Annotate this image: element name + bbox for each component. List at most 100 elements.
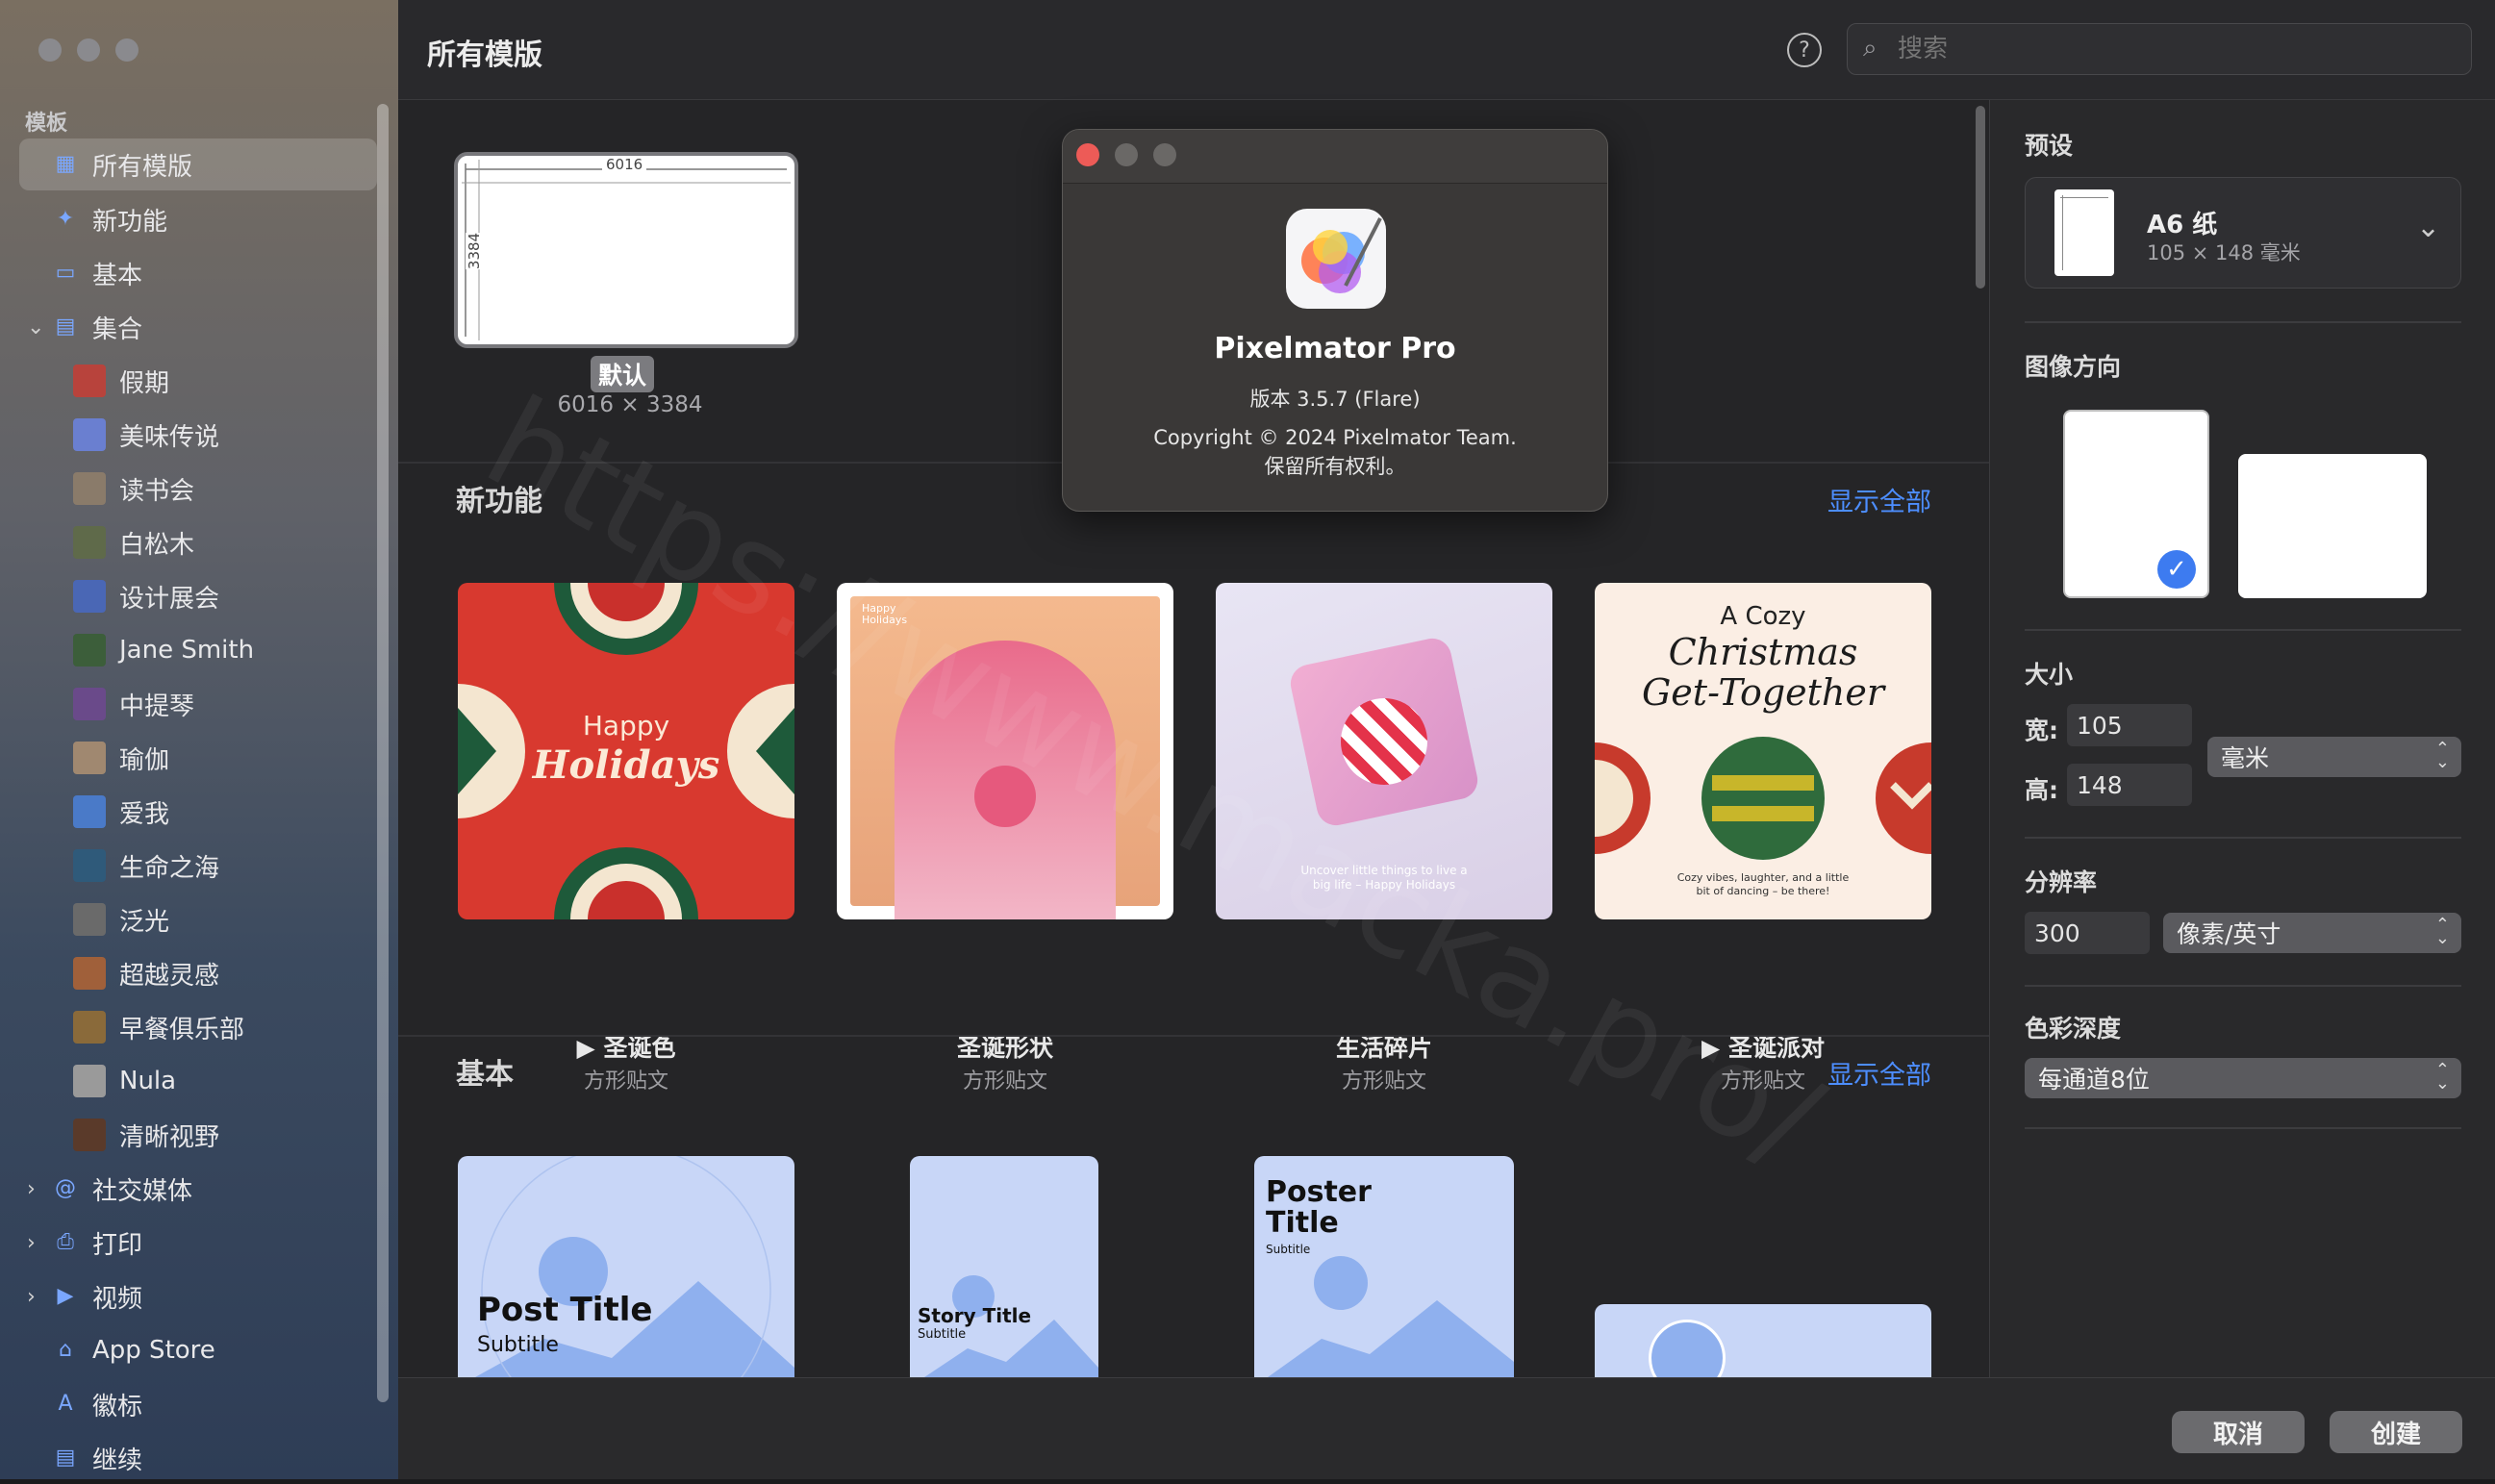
sidebar-collection-item[interactable]: 爱我	[19, 786, 377, 838]
sidebar-item-basic[interactable]: ▭ 基本	[19, 247, 377, 299]
card-subcaption: 方形贴文	[1341, 1069, 1426, 1094]
card-title: Post Title	[477, 1291, 653, 1329]
unit-value: 毫米	[2221, 744, 2270, 772]
card-title: Poster Title	[1266, 1175, 1372, 1240]
default-template-card[interactable]: 6016 3384	[454, 152, 798, 348]
sidebar-item-label: 中提琴	[119, 692, 195, 721]
footer-bar: 取消 创建	[398, 1377, 2495, 1479]
create-button[interactable]: 创建	[2330, 1411, 2462, 1453]
sidebar-item-label: 爱我	[119, 799, 170, 829]
resolution-input[interactable]: 300	[2025, 912, 2150, 954]
orientation-label: 图像方向	[2025, 353, 2122, 381]
sidebar-item-social-media[interactable]: › @ 社交媒体	[19, 1163, 377, 1215]
preset-label: 预设	[2025, 132, 2074, 160]
sidebar-item-print[interactable]: › ⎙ 打印	[19, 1217, 377, 1269]
sidebar-collection-item[interactable]: Nula	[19, 1055, 377, 1107]
sidebar-item-app-store[interactable]: ⌂ App Store	[19, 1324, 377, 1376]
sidebar-item-label: 读书会	[119, 476, 195, 506]
chevron-right-icon[interactable]: ›	[27, 1285, 36, 1309]
close-window-button[interactable]	[38, 38, 62, 62]
zoom-window-button[interactable]	[115, 38, 139, 62]
play-icon: ▶	[576, 1034, 604, 1062]
width-label: 宽:	[2025, 717, 2058, 744]
sidebar-collection-item[interactable]: 泛光	[19, 893, 377, 945]
height-input[interactable]: 148	[2067, 764, 2192, 806]
sidebar-item-label: 继续	[92, 1446, 143, 1475]
minimize-window-button[interactable]	[77, 38, 100, 62]
sidebar-collection-item[interactable]: 假期	[19, 355, 377, 407]
sidebar-item-label: 社交媒体	[92, 1176, 193, 1206]
portrait-orientation-button[interactable]: ✓	[2063, 410, 2209, 598]
sparkle-icon: ✦	[56, 207, 75, 231]
up-down-chevron-icon: ⌃ ⌄	[2434, 915, 2450, 948]
collection-thumbnail	[73, 365, 106, 397]
show-all-basic-link[interactable]: 显示全部	[1827, 1054, 1931, 1092]
up-down-chevron-icon: ⌃ ⌄	[2434, 1060, 2450, 1094]
sidebar-collection-item[interactable]: Jane Smith	[19, 624, 377, 676]
unit-select[interactable]: 毫米 ⌃ ⌄	[2207, 737, 2461, 777]
card-subtitle: Subtitle	[1266, 1243, 1311, 1256]
separator	[2025, 837, 2461, 839]
dialog-close-button[interactable]	[1076, 143, 1099, 166]
resolution-label: 分辨率	[2025, 868, 2098, 896]
sidebar-item-continue[interactable]: ▤ 继续	[19, 1432, 377, 1484]
search-input[interactable]	[1896, 32, 2454, 66]
sidebar-item-collections[interactable]: ⌄ ▤ 集合	[19, 301, 377, 353]
page-title: 所有模版	[427, 38, 542, 72]
card-subtitle: Subtitle	[477, 1333, 559, 1357]
card-name: 圣诞色	[603, 1034, 676, 1062]
sidebar-item-label: 徽标	[92, 1392, 143, 1421]
sidebar-collection-item[interactable]: 清晰视野	[19, 1109, 377, 1161]
question-circle-icon[interactable]: ?	[1787, 33, 1822, 67]
default-template-size: 6016 × 3384	[557, 392, 703, 417]
resolution-unit-select[interactable]: 像素/英寸 ⌃ ⌄	[2163, 913, 2461, 953]
sidebar-collection-item[interactable]: 早餐俱乐部	[19, 1001, 377, 1053]
sidebar-item-label: 超越灵感	[119, 961, 220, 991]
collection-thumbnail	[73, 688, 106, 720]
sidebar-item-logo[interactable]: A 徽标	[19, 1378, 377, 1430]
width-dimension-label: 6016	[602, 156, 647, 173]
sidebar-item-new-features[interactable]: ✦ 新功能	[19, 193, 377, 245]
sidebar-item-label: 设计展会	[119, 584, 220, 614]
sidebar-scrollbar[interactable]	[377, 104, 389, 1402]
main-scrollbar[interactable]	[1976, 106, 1985, 289]
app-version: 版本 3.5.7 (Flare)	[1249, 388, 1421, 411]
color-depth-select[interactable]: 每通道8位 ⌃ ⌄	[2025, 1058, 2461, 1098]
card-line1: Happy	[582, 710, 670, 742]
template-card-story[interactable]: Story Title Subtitle	[910, 1156, 1098, 1377]
sidebar-collection-item[interactable]: 生命之海	[19, 840, 377, 892]
card-line2: Get-Together	[1641, 671, 1885, 714]
template-card-post[interactable]: Post Title Subtitle	[458, 1156, 794, 1377]
sidebar-collection-item[interactable]: 瑜伽	[19, 732, 377, 784]
sidebar-collection-item[interactable]: 超越灵感	[19, 947, 377, 999]
sidebar-collection-item[interactable]: 美味传说	[19, 409, 377, 461]
landscape-orientation-button[interactable]	[2238, 454, 2427, 598]
preset-dropdown[interactable]: A6 纸 105 × 148 毫米 ⌄	[2025, 177, 2461, 289]
search-field[interactable]: ⌕	[1847, 23, 2472, 75]
width-input[interactable]: 105	[2067, 704, 2192, 746]
app-name: Pixelmator Pro	[1214, 332, 1456, 365]
height-label: 高:	[2025, 776, 2058, 804]
sidebar-collection-item[interactable]: 白松木	[19, 516, 377, 568]
dialog-zoom-button[interactable]	[1153, 143, 1176, 166]
card-title: Story Title	[918, 1304, 1032, 1327]
template-card-poster[interactable]: Poster Title Subtitle	[1254, 1156, 1514, 1377]
cancel-button[interactable]: 取消	[2172, 1411, 2305, 1453]
sidebar-item-video[interactable]: › ▶ 视频	[19, 1270, 377, 1322]
collection-thumbnail	[73, 795, 106, 828]
sidebar-collection-item[interactable]: 中提琴	[19, 678, 377, 730]
sidebar-item-all-templates[interactable]: ▦ 所有模版	[19, 138, 377, 190]
document-icon: ▤	[55, 1446, 76, 1470]
preset-size: 105 × 148 毫米	[2147, 241, 2301, 264]
dialog-minimize-button[interactable]	[1115, 143, 1138, 166]
chevron-right-icon[interactable]: ›	[27, 1231, 36, 1255]
template-card-banner[interactable]	[1595, 1304, 1931, 1377]
chevron-right-icon[interactable]: ›	[27, 1177, 36, 1201]
template-card-christmas-party[interactable]: A Cozy Christmas Get-Together Cozy vibes…	[1595, 583, 1931, 919]
sidebar-item-label: 视频	[92, 1284, 143, 1314]
chevron-down-icon[interactable]: ⌄	[27, 315, 44, 340]
sidebar-item-label: 假期	[119, 368, 170, 398]
sidebar-collection-item[interactable]: 设计展会	[19, 570, 377, 622]
sidebar-collection-item[interactable]: 读书会	[19, 463, 377, 515]
show-all-new-features-link[interactable]: 显示全部	[1827, 481, 1931, 518]
